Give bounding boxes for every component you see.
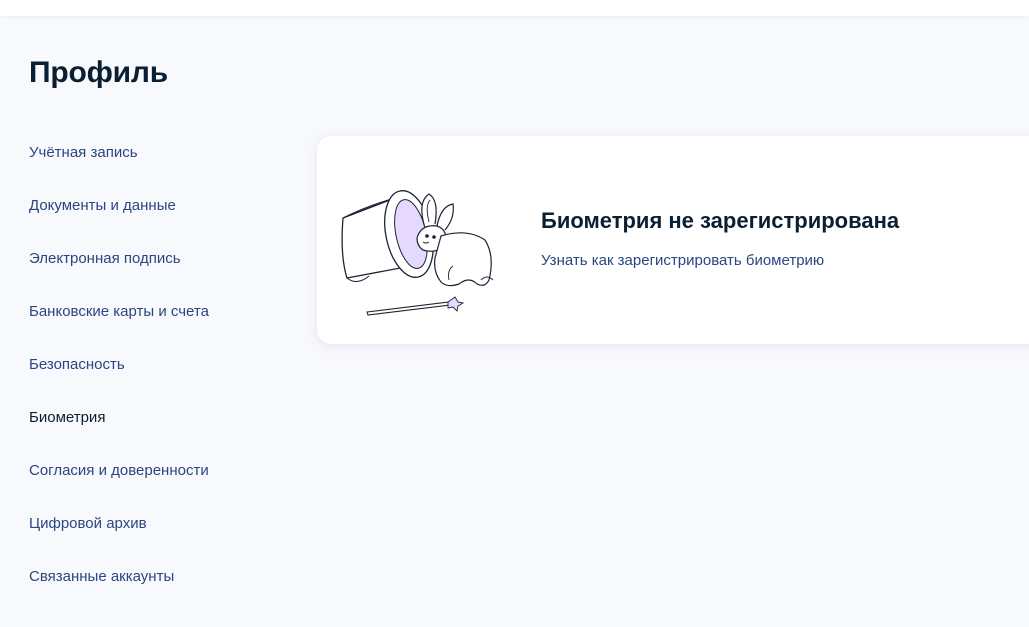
sidebar-item-e-signature[interactable]: Электронная подпись [29,246,289,299]
sidebar-item-linked-accounts[interactable]: Связанные аккаунты [29,564,289,617]
sidebar-item-digital-archive[interactable]: Цифровой архив [29,511,289,564]
top-header-bar [0,0,1029,16]
magic-hat-rabbit-illustration [341,190,494,316]
sidebar-item-bank-cards[interactable]: Банковские карты и счета [29,299,289,352]
sidebar-item-consents[interactable]: Согласия и доверенности [29,458,289,511]
biometry-status-card: Биометрия не зарегистрирована Узнать как… [317,136,1029,344]
sidebar-item-account[interactable]: Учётная запись [29,140,289,193]
biometry-status-title: Биометрия не зарегистрирована [541,208,900,233]
profile-sidebar: Учётная запись Документы и данные Электр… [29,140,289,617]
sidebar-item-biometry[interactable]: Биометрия [29,405,289,458]
sidebar-item-documents[interactable]: Документы и данные [29,193,289,246]
page-title: Профиль [29,56,169,89]
how-to-register-biometry-link[interactable]: Узнать как зарегистрировать биометрию [541,252,824,269]
sidebar-item-security[interactable]: Безопасность [29,352,289,405]
